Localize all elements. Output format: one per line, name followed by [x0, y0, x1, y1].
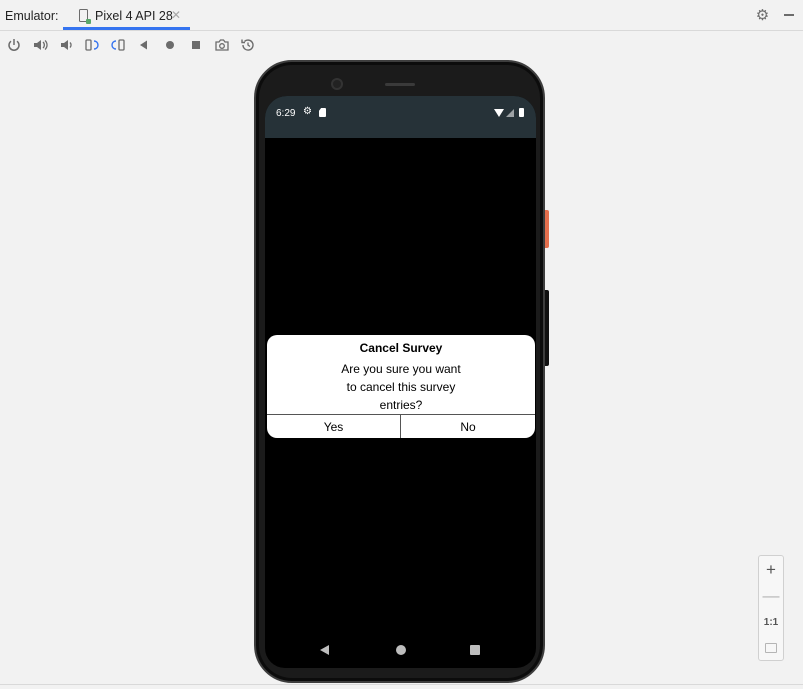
status-time: 6:29 [276, 108, 296, 119]
dialog-title: Cancel Survey [359, 341, 443, 355]
tab-active-indicator [63, 27, 190, 30]
zoom-controls: + — 1:1 [758, 555, 784, 661]
zoom-to-fit-button[interactable] [759, 636, 783, 660]
tab-title: Pixel 4 API 28 [95, 9, 173, 23]
snapshot-icon[interactable] [239, 36, 257, 54]
tab-pixel-4-api-28[interactable]: Pixel 4 API 28 ✕ [63, 0, 190, 31]
zoom-out-button[interactable]: — [759, 584, 783, 608]
fit-screen-icon [765, 643, 777, 653]
tool-window-header: Emulator: Pixel 4 API 28 ✕ ⚙ [0, 0, 803, 31]
home-icon[interactable] [161, 36, 179, 54]
tab-close-icon[interactable]: ✕ [171, 8, 181, 22]
camera-icon[interactable] [213, 36, 231, 54]
cancel-survey-dialog: Cancel Survey Are you sure you want to c… [267, 335, 535, 438]
wifi-icon [494, 109, 504, 117]
sd-card-icon [319, 108, 326, 117]
status-bar: 6:29 ⚙ [265, 96, 536, 138]
volume-up-icon[interactable] [31, 36, 49, 54]
device-screen[interactable]: 6:29 ⚙ Cancel Survey Are you sure you wa… [265, 96, 536, 668]
navigation-bar [265, 634, 536, 668]
emulator-label: Emulator: [5, 9, 59, 23]
dialog-message-line: to cancel this survey [346, 380, 456, 394]
back-icon[interactable] [135, 36, 153, 54]
front-camera [331, 78, 343, 90]
status-gear-icon: ⚙ [303, 106, 312, 117]
overview-icon[interactable] [187, 36, 205, 54]
nav-home-icon[interactable] [396, 645, 406, 655]
device-frame: 6:29 ⚙ Cancel Survey Are you sure you wa… [254, 60, 549, 683]
zoom-in-button[interactable]: + [759, 558, 783, 582]
dialog-message-line: Are you sure you want [341, 362, 461, 376]
nav-overview-icon[interactable] [470, 645, 480, 655]
power-icon[interactable] [5, 36, 23, 54]
dialog-message-line: entries? [379, 398, 423, 412]
minimize-icon[interactable] [784, 14, 794, 16]
rotate-right-icon[interactable] [109, 36, 127, 54]
yes-button[interactable]: Yes [267, 415, 400, 438]
device-icon [79, 9, 91, 24]
gear-icon[interactable]: ⚙ [755, 8, 770, 23]
nav-back-icon[interactable] [320, 645, 329, 655]
volume-down-icon[interactable] [57, 36, 75, 54]
hardware-power-button[interactable] [545, 210, 549, 248]
battery-icon [519, 108, 524, 117]
dialog-message: Are you sure you want to cancel this sur… [327, 360, 475, 414]
rotate-left-icon[interactable] [83, 36, 101, 54]
emulator-toolbar [0, 32, 803, 58]
earpiece-speaker [385, 83, 415, 86]
zoom-actual-size-button[interactable]: 1:1 [759, 610, 783, 634]
hardware-volume-button[interactable] [545, 290, 549, 366]
no-button[interactable]: No [401, 415, 535, 438]
bottom-divider [0, 684, 803, 689]
signal-icon [506, 109, 514, 117]
